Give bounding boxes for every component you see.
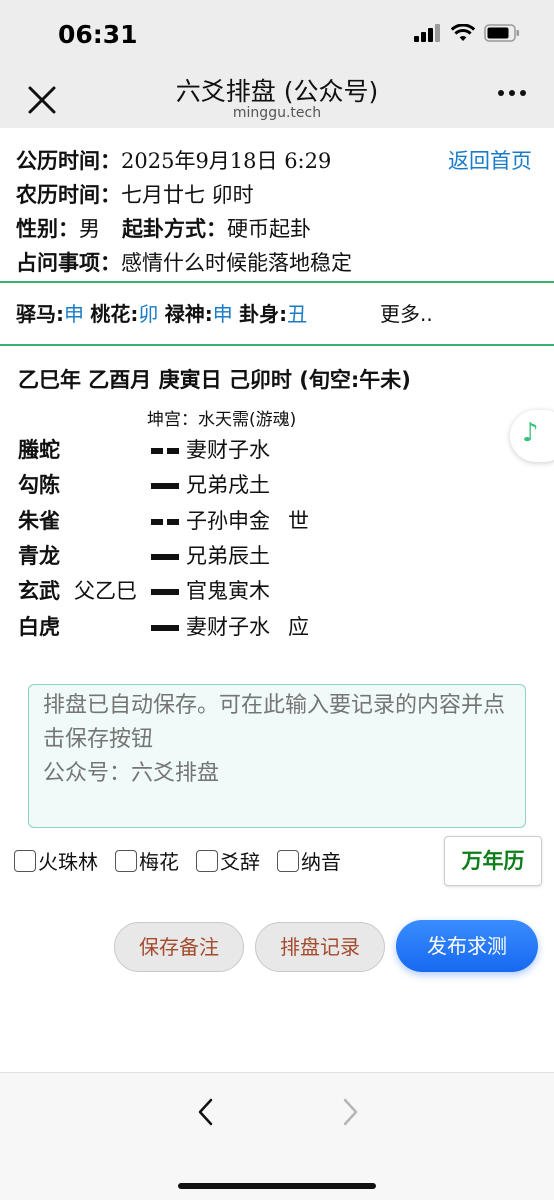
six-god-label: 朱雀 xyxy=(18,509,60,533)
guashen-value[interactable]: 丑 xyxy=(287,302,307,326)
six-god-label: 青龙 xyxy=(18,544,60,568)
lushen-label: 禄神: xyxy=(164,302,213,326)
yin-line-icon xyxy=(151,448,179,454)
more-link[interactable]: 更多.. xyxy=(380,298,433,327)
gender-value: 男 xyxy=(79,217,100,241)
six-god-label: 勾陈 xyxy=(18,473,60,497)
yao-row: 朱雀 子孙申金世 xyxy=(18,504,418,538)
options-row: 火珠林 梅花 爻辞 纳音 xyxy=(14,846,358,875)
checkbox-box[interactable] xyxy=(277,849,299,872)
lushen-value[interactable]: 申 xyxy=(213,302,233,326)
yang-line-icon xyxy=(151,589,179,595)
records-button[interactable]: 排盘记录 xyxy=(255,922,385,972)
yao-text: 妻财子水 xyxy=(186,615,270,639)
four-pillars: 乙巳年 乙酉月 庚寅日 己卯时 (旬空:午未) xyxy=(18,368,411,392)
status-icons xyxy=(414,24,520,42)
nav-bar: 六爻排盘 (公众号) minggu.tech xyxy=(0,70,554,128)
method-value: 硬币起卦 xyxy=(227,217,311,241)
solar-time-value: 2025年9月18日 6:29 xyxy=(121,149,332,173)
six-god-label: 玄武 xyxy=(18,579,60,603)
status-time: 06:31 xyxy=(58,20,138,49)
guashen-label: 卦身: xyxy=(239,302,288,326)
checkbox-meihua[interactable]: 梅花 xyxy=(115,846,179,875)
lunar-time-row: 农历时间：七月廿七 卯时 xyxy=(16,178,536,212)
yao-mark: 应 xyxy=(288,615,309,639)
home-indicator xyxy=(178,1183,376,1189)
checkbox-huozhulin[interactable]: 火珠林 xyxy=(14,846,98,875)
yima-value[interactable]: 申 xyxy=(64,302,84,326)
save-notes-button[interactable]: 保存备注 xyxy=(114,922,244,972)
yao-mark: 世 xyxy=(288,509,309,533)
checkbox-label: 火珠林 xyxy=(38,850,98,874)
status-bar: 06:31 xyxy=(0,0,554,70)
page-title: 六爻排盘 (公众号) xyxy=(175,77,379,106)
forward-arrow-icon[interactable] xyxy=(340,1097,360,1127)
lunar-time-value: 七月廿七 卯时 xyxy=(121,183,254,207)
hidden-spirit: 父乙巳 xyxy=(74,579,137,603)
checkbox-label: 爻辞 xyxy=(220,850,260,874)
yang-line-icon xyxy=(151,554,179,560)
return-home-link[interactable]: 返回首页 xyxy=(448,144,532,178)
checkbox-label: 梅花 xyxy=(139,850,179,874)
checkbox-box[interactable] xyxy=(196,849,218,872)
yang-line-icon xyxy=(151,625,179,631)
checkbox-box[interactable] xyxy=(14,849,36,872)
yao-text: 兄弟辰土 xyxy=(186,544,270,568)
taohua-label: 桃花: xyxy=(90,302,139,326)
checkbox-nayin[interactable]: 纳音 xyxy=(277,846,341,875)
page-subtitle: minggu.tech xyxy=(232,105,322,121)
checkbox-label: 纳音 xyxy=(301,850,341,874)
browser-toolbar xyxy=(0,1072,554,1200)
yima-label: 驿马: xyxy=(16,302,64,326)
question-value: 感情什么时候能落地稳定 xyxy=(121,251,352,275)
publish-button[interactable]: 发布求测 xyxy=(396,920,538,972)
battery-icon xyxy=(484,24,519,42)
yao-text: 子孙申金 xyxy=(186,509,270,533)
more-options-icon[interactable] xyxy=(498,90,526,96)
notes-textarea[interactable] xyxy=(28,684,526,828)
solar-time-label: 公历时间： xyxy=(16,149,121,173)
yao-row: 勾陈 兄弟戌土 xyxy=(18,468,418,502)
yao-row: 青龙 兄弟辰土 xyxy=(18,539,418,573)
calendar-button[interactable]: 万年历 xyxy=(444,836,542,886)
question-label: 占问事项： xyxy=(16,251,121,275)
signal-icon xyxy=(414,24,440,42)
gender-method-row: 性别：男 起卦方式：硬币起卦 xyxy=(16,212,536,246)
taohua-value[interactable]: 卯 xyxy=(138,302,158,326)
music-button[interactable]: ♪ xyxy=(510,410,554,462)
yao-row: 螣蛇 妻财子水 xyxy=(18,433,418,467)
lunar-time-label: 农历时间： xyxy=(16,183,121,207)
checkbox-box[interactable] xyxy=(115,849,137,872)
six-god-label: 螣蛇 xyxy=(18,438,60,462)
yao-text: 兄弟戌土 xyxy=(186,473,270,497)
back-arrow-icon[interactable] xyxy=(196,1097,216,1127)
six-god-label: 白虎 xyxy=(18,615,60,639)
divider xyxy=(0,344,554,346)
yang-line-icon xyxy=(151,483,179,489)
spirits-row: 驿马:申 桃花:卯 禄神:申 卦身:丑 xyxy=(16,298,307,327)
yao-text: 妻财子水 xyxy=(186,438,270,462)
yao-row: 白虎 妻财子水应 xyxy=(18,610,418,644)
question-row: 占问事项：感情什么时候能落地稳定 xyxy=(16,246,536,280)
method-label: 起卦方式： xyxy=(122,217,227,241)
yao-text: 官鬼寅木 xyxy=(186,579,270,603)
gender-label: 性别： xyxy=(16,217,79,241)
divider xyxy=(0,281,554,283)
music-note-icon: ♪ xyxy=(522,418,539,448)
wifi-icon xyxy=(451,24,475,41)
checkbox-yaoci[interactable]: 爻辞 xyxy=(196,846,260,875)
yao-row: 玄武 父乙巳 官鬼寅木 xyxy=(18,574,418,608)
yin-line-icon xyxy=(151,519,179,525)
hexagram-palace: 坤宫：水天需(游魂) xyxy=(147,410,297,430)
